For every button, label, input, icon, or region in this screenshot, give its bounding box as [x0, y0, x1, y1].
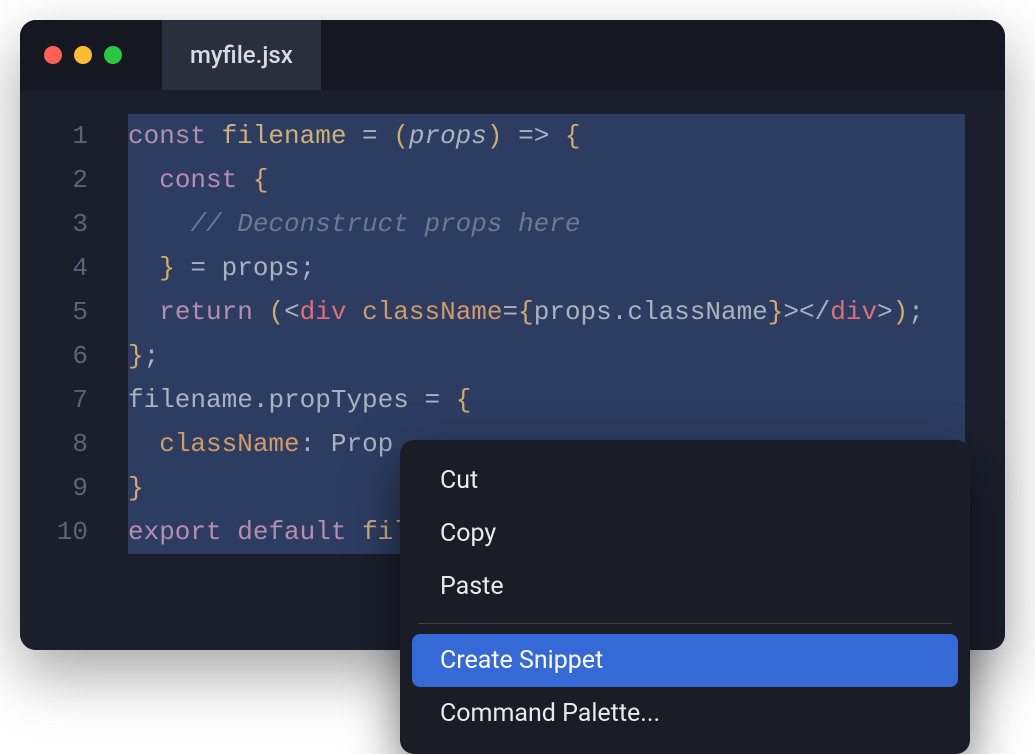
maximize-icon[interactable] [104, 46, 122, 64]
code-line: // Deconstruct props here [128, 202, 965, 246]
code-line: return (<div className={props.className}… [128, 290, 965, 334]
line-number: 8 [20, 422, 88, 466]
code-line: const filename = (props) => { [128, 114, 965, 158]
line-number: 5 [20, 290, 88, 334]
context-menu: Cut Copy Paste Create Snippet Command Pa… [400, 440, 970, 754]
menu-item-cut[interactable]: Cut [412, 454, 958, 507]
tab-myfile[interactable]: myfile.jsx [162, 20, 321, 90]
titlebar: myfile.jsx [20, 20, 1005, 90]
menu-item-create-snippet[interactable]: Create Snippet [412, 634, 958, 687]
menu-item-paste[interactable]: Paste [412, 560, 958, 613]
menu-item-command-palette[interactable]: Command Palette... [412, 687, 958, 740]
code-line: const { [128, 158, 965, 202]
close-icon[interactable] [44, 46, 62, 64]
line-number-gutter: 1 2 3 4 5 6 7 8 9 10 [20, 90, 110, 570]
line-number: 9 [20, 466, 88, 510]
code-line: } = props; [128, 246, 965, 290]
traffic-lights [44, 46, 122, 64]
minimize-icon[interactable] [74, 46, 92, 64]
line-number: 4 [20, 246, 88, 290]
code-line: }; [128, 334, 965, 378]
line-number: 3 [20, 202, 88, 246]
tab-label: myfile.jsx [190, 41, 293, 69]
code-line: filename.propTypes = { [128, 378, 965, 422]
menu-item-copy[interactable]: Copy [412, 507, 958, 560]
line-number: 6 [20, 334, 88, 378]
line-number: 10 [20, 510, 88, 554]
line-number: 7 [20, 378, 88, 422]
menu-separator [418, 623, 952, 624]
line-number: 2 [20, 158, 88, 202]
line-number: 1 [20, 114, 88, 158]
